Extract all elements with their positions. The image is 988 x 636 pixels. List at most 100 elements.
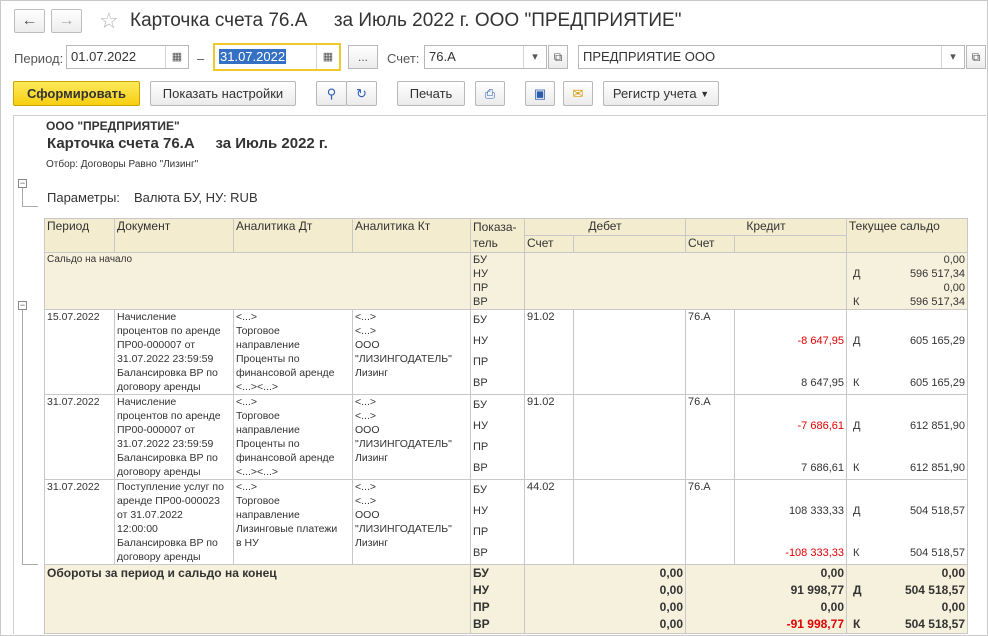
period-cell: 31.07.2022 [44, 479, 115, 565]
search-next-button[interactable]: ↻ [346, 81, 377, 106]
header-empty [734, 235, 847, 253]
header-empty [573, 235, 686, 253]
debit-total-cell: 0,00 0,00 0,00 0,00 [524, 564, 686, 634]
header-analytics-dt: Аналитика Дт [233, 218, 353, 253]
arrow-right-icon: → [58, 12, 75, 29]
organization-field[interactable]: ПРЕДПРИЯТИЕ ООО ▾ [578, 45, 965, 69]
group-line [22, 188, 23, 206]
open-account-icon[interactable]: ⧉ [548, 45, 568, 69]
back-button[interactable]: ← [14, 9, 45, 33]
empty-cell [524, 252, 847, 310]
balance-cell: Д 605 165,29 К 605 165,29 [846, 309, 968, 395]
search-icon: ⚲ [326, 85, 337, 101]
analytics-kt-cell: <...> <...> ООО "ЛИЗИНГОДАТЕЛЬ" Лизинг [352, 479, 471, 565]
report-title: Карточка счета 76.А за Июль 2022 г. [47, 135, 328, 152]
table-row[interactable]: 31.07.2022 Начисление процентов по аренде П… [44, 394, 968, 480]
debit-amount-cell [573, 394, 686, 480]
report-area[interactable]: − − ООО "ПРЕДПРИЯТИЕ" Карточка счета 76.… [13, 115, 986, 634]
opening-balance-row: Сальдо на начало БУ НУ ПР ВР 0,00 Д 596 517,34 0… [44, 252, 968, 310]
analytics-dt-cell: <...> Торговое направление Проценты по финан… [233, 309, 353, 395]
indicator-cell: БУ НУ ПР ВР [470, 394, 525, 480]
period-label: Период: [14, 51, 64, 66]
preview-button[interactable]: ⎙ [475, 81, 505, 106]
search-button[interactable]: ⚲ [316, 81, 347, 106]
header-indicator-line2: тель [473, 236, 498, 250]
account-kt-cell: 76.А [685, 309, 735, 395]
open-organization-icon[interactable]: ⧉ [966, 45, 986, 69]
save-button[interactable]: ▣ [525, 81, 555, 106]
period-dash: – [197, 51, 205, 66]
table-row[interactable]: 15.07.2022 Начисление процентов по аренде П… [44, 309, 968, 395]
totals-row: Обороты за период и сальдо на конец БУ НУ П… [44, 564, 968, 634]
account-dt-cell: 91.02 [524, 309, 574, 395]
period-cell: 15.07.2022 [44, 309, 115, 395]
credit-amount-cell: 108 333,33 -108 333,33 [734, 479, 847, 565]
account-kt-cell: 76.А [685, 479, 735, 565]
group-gutter: − − [14, 116, 42, 634]
period-cell: 31.07.2022 [44, 394, 115, 480]
debit-amount-cell [573, 479, 686, 565]
account-value: 76.А [429, 49, 456, 64]
header-balance: Текущее сальдо [846, 218, 968, 253]
balance-cell: 0,00 Д 504 518,57 0,00 К 504 518,57 [846, 564, 968, 634]
balance-cell: Д 504 518,57 К 504 518,57 [846, 479, 968, 565]
indicator-cell: БУ НУ ПР ВР [470, 252, 525, 310]
totals-label: Обороты за период и сальдо на конец [44, 564, 471, 634]
email-button[interactable]: ✉ [563, 81, 593, 106]
floppy-disk-icon: ▣ [533, 85, 547, 101]
organization-value: ПРЕДПРИЯТИЕ ООО [583, 49, 716, 64]
header-account-dt: Счет [524, 235, 574, 253]
account-kt-cell: 76.А [685, 394, 735, 480]
window-title: Карточка счета 76.А за Июль 2022 г. ООО … [130, 10, 682, 31]
document-cell[interactable]: Начисление процентов по аренде ПР00-000007… [114, 394, 234, 480]
header-analytics-kt: Аналитика Кт [352, 218, 471, 253]
account-dt-cell: 91.02 [524, 394, 574, 480]
header-indicator: Показа-тель [470, 218, 525, 253]
generate-button[interactable]: Сформировать [13, 81, 140, 106]
balance-cell: 0,00 Д 596 517,34 0,00 К 596 517,34 [846, 252, 968, 310]
envelope-icon: ✉ [572, 85, 584, 101]
indicator-cell: БУ НУ ПР ВР [470, 309, 525, 395]
calendar-icon[interactable]: ▦ [316, 45, 339, 69]
collapse-group-icon[interactable]: − [18, 301, 27, 310]
search-next-icon: ↻ [356, 85, 367, 101]
collapse-group-icon[interactable]: − [18, 179, 27, 188]
header-account-kt: Счет [685, 235, 735, 253]
header-credit: Кредит [685, 218, 847, 236]
header-period: Период [44, 218, 115, 253]
show-settings-button[interactable]: Показать настройки [150, 81, 296, 106]
indicator-cell: БУ НУ ПР ВР [470, 564, 525, 634]
favorite-star-icon[interactable]: ☆ [99, 8, 119, 34]
register-dropdown-button[interactable]: Регистр учета ▼ [603, 81, 719, 106]
register-label: Регистр учета [612, 86, 697, 101]
credit-amount-cell: -7 686,61 7 686,61 [734, 394, 847, 480]
calendar-icon[interactable]: ▦ [165, 46, 188, 68]
group-line [22, 564, 38, 565]
table-row[interactable]: 31.07.2022 Поступление услуг по аренде ПР0… [44, 479, 968, 565]
chevron-down-icon: ▼ [700, 88, 710, 99]
group-line [22, 310, 23, 564]
credit-amount-cell: -8 647,95 8 647,95 [734, 309, 847, 395]
account-dt-cell: 44.02 [524, 479, 574, 565]
header-document: Документ [114, 218, 234, 253]
account-field[interactable]: 76.А ▾ [424, 45, 547, 69]
document-cell[interactable]: Поступление услуг по аренде ПР00-000023 от… [114, 479, 234, 565]
period-select-button[interactable]: ... [348, 45, 378, 69]
indicator-cell: БУ НУ ПР ВР [470, 479, 525, 565]
header-debit: Дебет [524, 218, 686, 236]
date-to-field[interactable]: 31.07.2022 ▦ [213, 43, 341, 71]
date-to-value: 31.07.2022 [219, 49, 287, 64]
analytics-kt-cell: <...> <...> ООО "ЛИЗИНГОДАТЕЛЬ" Лизинг [352, 309, 471, 395]
analytics-kt-cell: <...> <...> ООО "ЛИЗИНГОДАТЕЛЬ" Лизинг [352, 394, 471, 480]
arrow-left-icon: ← [21, 12, 38, 29]
print-button[interactable]: Печать [397, 81, 465, 106]
debit-amount-cell [573, 309, 686, 395]
analytics-dt-cell: <...> Торговое направление Проценты по финан… [233, 394, 353, 480]
date-from-field[interactable]: 01.07.2022 ▦ [66, 45, 189, 69]
document-cell[interactable]: Начисление процентов по аренде ПР00-000007… [114, 309, 234, 395]
forward-button[interactable]: → [51, 9, 82, 33]
params-value: Валюта БУ, НУ: RUB [134, 190, 258, 205]
chevron-down-icon[interactable]: ▾ [523, 46, 546, 68]
report-org: ООО "ПРЕДПРИЯТИЕ" [46, 119, 180, 133]
chevron-down-icon[interactable]: ▾ [941, 46, 964, 68]
